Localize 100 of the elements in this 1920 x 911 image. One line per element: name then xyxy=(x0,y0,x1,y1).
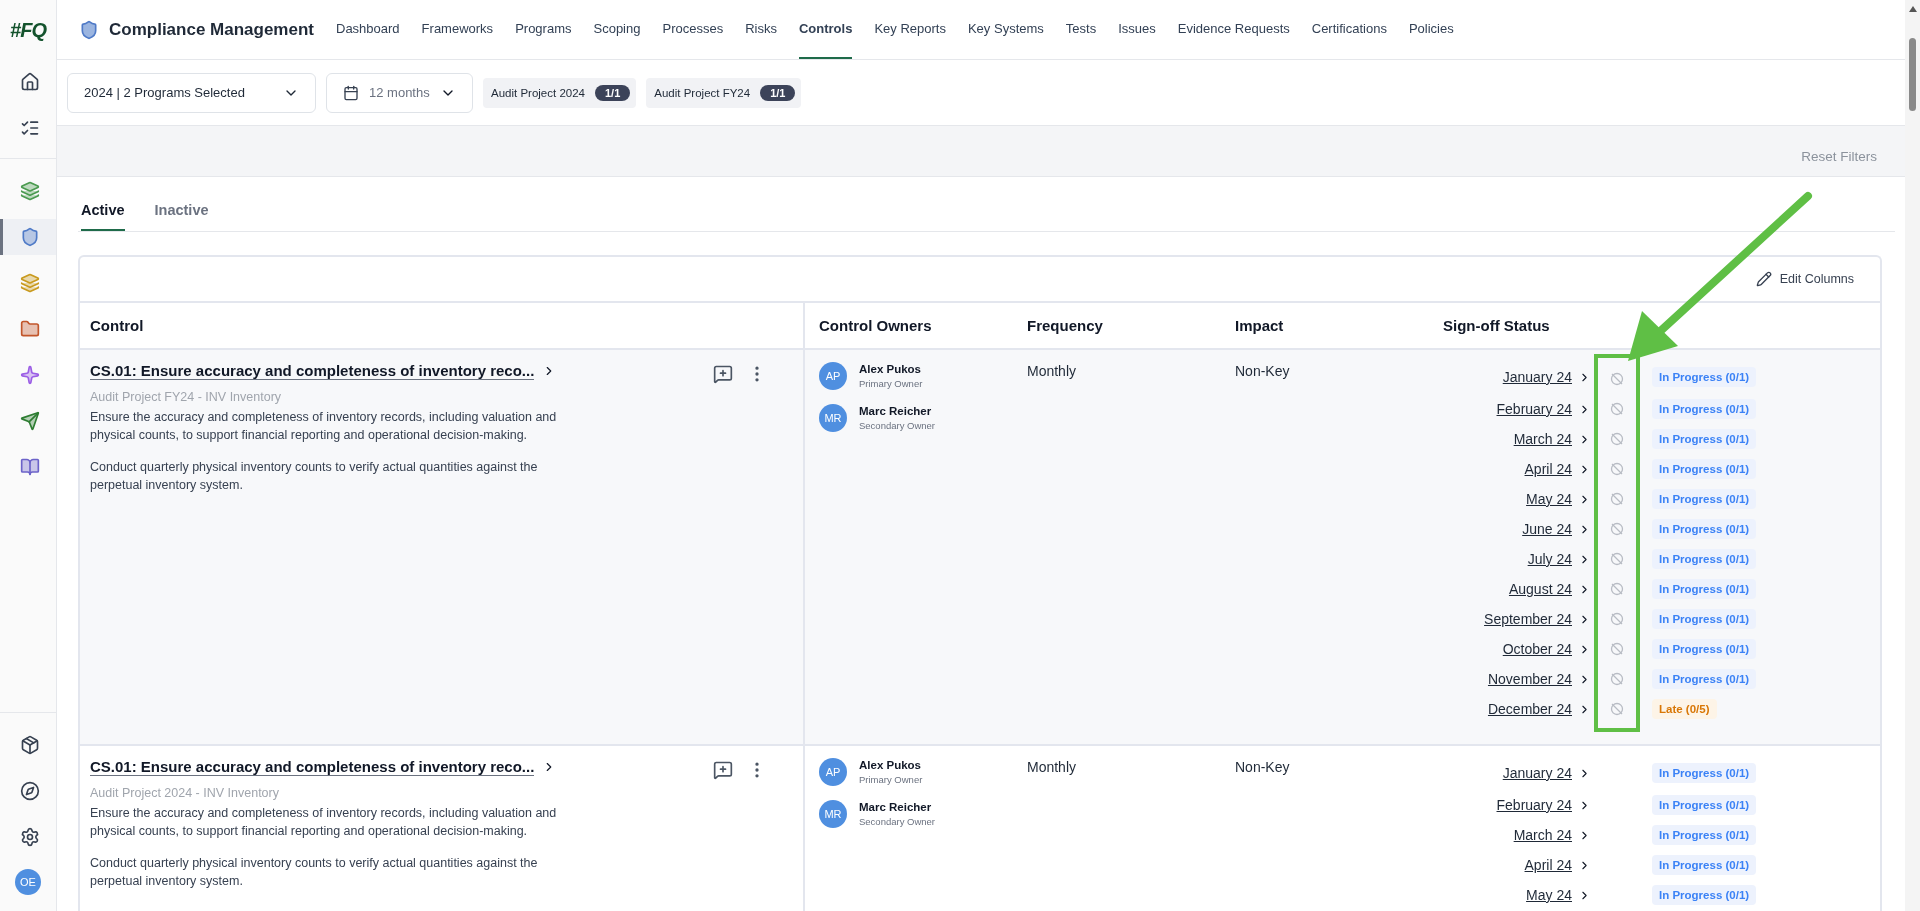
owner-avatar: AP xyxy=(819,758,847,786)
frequency-value: Monthly xyxy=(1027,759,1077,775)
status-badge: In Progress (0/1) xyxy=(1652,459,1757,479)
month-link[interactable]: November 24 xyxy=(1487,671,1572,687)
month-link[interactable]: July 24 xyxy=(1527,551,1572,567)
status-badge: In Progress (0/1) xyxy=(1652,519,1757,539)
control-description: Ensure the accuracy and completeness of inventory records, including valuation and physical counts, to support financial reporting and operational decision-making. xyxy=(90,805,558,840)
count-pill: 1/1 xyxy=(595,84,631,101)
status-badge: In Progress (0/1) xyxy=(1652,549,1757,569)
status-badge: In Progress (0/1) xyxy=(1652,399,1757,419)
scroll-up-arrow-icon[interactable] xyxy=(1908,6,1917,12)
nav-tab[interactable]: Key Reports xyxy=(874,0,946,59)
project-chip[interactable]: Audit Project FY24 1/1 xyxy=(646,77,802,108)
nav-tab[interactable]: Policies xyxy=(1408,0,1454,59)
owner-name: Marc Reicher xyxy=(859,405,933,417)
month-link[interactable]: August 24 xyxy=(1508,581,1572,597)
status-badge: In Progress (0/1) xyxy=(1652,669,1757,689)
owner-role: Primary Owner xyxy=(859,774,923,785)
month-link[interactable]: March 24 xyxy=(1513,827,1572,843)
month-link[interactable]: April 24 xyxy=(1524,461,1572,477)
nav-tab[interactable]: Frameworks xyxy=(421,0,494,59)
box-icon xyxy=(19,735,40,755)
scrollbar[interactable] xyxy=(1905,0,1920,911)
month-link[interactable]: May 24 xyxy=(1526,887,1572,903)
month-link[interactable]: December 24 xyxy=(1487,701,1572,717)
status-badge: In Progress (0/1) xyxy=(1652,579,1757,599)
month-link[interactable]: February 24 xyxy=(1496,401,1572,417)
status-badge: In Progress (0/1) xyxy=(1652,825,1757,845)
layers-icon xyxy=(19,181,40,201)
impact-value: Non-Key xyxy=(1235,363,1290,379)
nav-tab[interactable]: Controls xyxy=(798,0,853,59)
status-badge: In Progress (0/1) xyxy=(1652,609,1757,629)
edit-columns-button[interactable]: Edit Columns xyxy=(1749,270,1860,288)
owner-name: Alex Pukos xyxy=(859,759,922,771)
program-select[interactable]: 2024 | 2 Programs Selected xyxy=(67,72,316,113)
period-select[interactable]: 12 months xyxy=(326,72,473,113)
nav-tab[interactable]: Processes xyxy=(662,0,724,59)
project-chip[interactable]: Audit Project 2024 1/1 xyxy=(483,77,637,108)
pencil-icon[interactable] xyxy=(1755,271,1772,287)
control-description: Ensure the accuracy and completeness of inventory records, including valuation and physical counts, to support financial reporting and operational decision-making. xyxy=(90,409,558,444)
month-link[interactable]: March 24 xyxy=(1513,431,1572,447)
control-title-link[interactable]: CS.01: Ensure accuracy and completeness of inventory reco... xyxy=(90,758,535,776)
owner-avatar: MR xyxy=(819,404,847,432)
owner-name: Alex Pukos xyxy=(859,363,922,375)
status-badge: In Progress (0/1) xyxy=(1652,429,1757,449)
month-link[interactable]: February 24 xyxy=(1496,797,1572,813)
month-link[interactable]: January 24 xyxy=(1502,369,1572,385)
month-link[interactable]: September 24 xyxy=(1484,611,1572,627)
status-badge: Late (0/5) xyxy=(1652,699,1717,719)
month-link[interactable]: January 24 xyxy=(1502,765,1572,781)
nav-tab[interactable]: Evidence Requests xyxy=(1177,0,1290,59)
compass-icon xyxy=(19,781,40,801)
frequency-value: Monthly xyxy=(1027,363,1077,379)
paper-plane-icon xyxy=(19,411,40,431)
owner-role: Secondary Owner xyxy=(859,816,936,827)
status-badge: In Progress (0/1) xyxy=(1652,855,1757,875)
month-link[interactable]: October 24 xyxy=(1502,641,1572,657)
app-title: Compliance Management xyxy=(109,19,314,40)
folder-icon xyxy=(19,319,40,339)
control-project: Audit Project FY24 - INV Inventory xyxy=(90,390,283,404)
status-badge: In Progress (0/1) xyxy=(1652,763,1757,783)
scrollbar-thumb[interactable] xyxy=(1909,38,1916,111)
home-icon xyxy=(19,72,40,92)
status-badge: In Progress (0/1) xyxy=(1652,639,1757,659)
control-title-link[interactable]: CS.01: Ensure accuracy and completeness of inventory reco... xyxy=(90,362,535,380)
nav-tab[interactable]: Risks xyxy=(745,0,777,59)
owner-role: Primary Owner xyxy=(859,378,923,389)
nav-tab[interactable]: Programs xyxy=(515,0,572,59)
month-link[interactable]: May 24 xyxy=(1526,491,1572,507)
nav-tab[interactable]: Certifications xyxy=(1311,0,1387,59)
status-badge: In Progress (0/1) xyxy=(1652,489,1757,509)
book-icon xyxy=(19,457,40,477)
settings-icon xyxy=(19,827,40,847)
status-badge: In Progress (0/1) xyxy=(1652,885,1757,905)
month-link[interactable]: April 24 xyxy=(1524,857,1572,873)
impact-value: Non-Key xyxy=(1235,759,1290,775)
status-badge: In Progress (0/1) xyxy=(1652,367,1757,387)
count-pill: 1/1 xyxy=(760,84,796,101)
nav-tab[interactable]: Tests xyxy=(1065,0,1097,59)
sparkle-icon xyxy=(19,365,40,385)
tab[interactable]: Active xyxy=(81,177,125,231)
month-link[interactable]: June 24 xyxy=(1522,521,1572,537)
owner-name: Marc Reicher xyxy=(859,801,933,813)
shield-icon xyxy=(79,19,99,40)
app-logo[interactable]: #FQ xyxy=(10,0,46,60)
nav-tab[interactable]: Dashboard xyxy=(336,0,400,59)
nav-tab[interactable]: Key Systems xyxy=(967,0,1044,59)
control-description: Conduct quarterly physical inventory counts to verify actual quantities against the perpetual inventory system. xyxy=(90,459,539,494)
owner-avatar: AP xyxy=(819,362,847,390)
owner-role: Secondary Owner xyxy=(859,420,936,431)
calendar-icon xyxy=(343,84,359,101)
control-description: Conduct quarterly physical inventory counts to verify actual quantities against the perpetual inventory system. xyxy=(90,855,539,890)
nav-tab[interactable]: Scoping xyxy=(593,0,641,59)
tab[interactable]: Inactive xyxy=(154,177,209,231)
nav-tab[interactable]: Issues xyxy=(1118,0,1156,59)
control-project: Audit Project 2024 - INV Inventory xyxy=(90,786,280,800)
owner-avatar: MR xyxy=(819,800,847,828)
sidebar-item[interactable] xyxy=(0,219,56,255)
status-badge: In Progress (0/1) xyxy=(1652,795,1757,815)
checklist-icon xyxy=(19,118,40,138)
